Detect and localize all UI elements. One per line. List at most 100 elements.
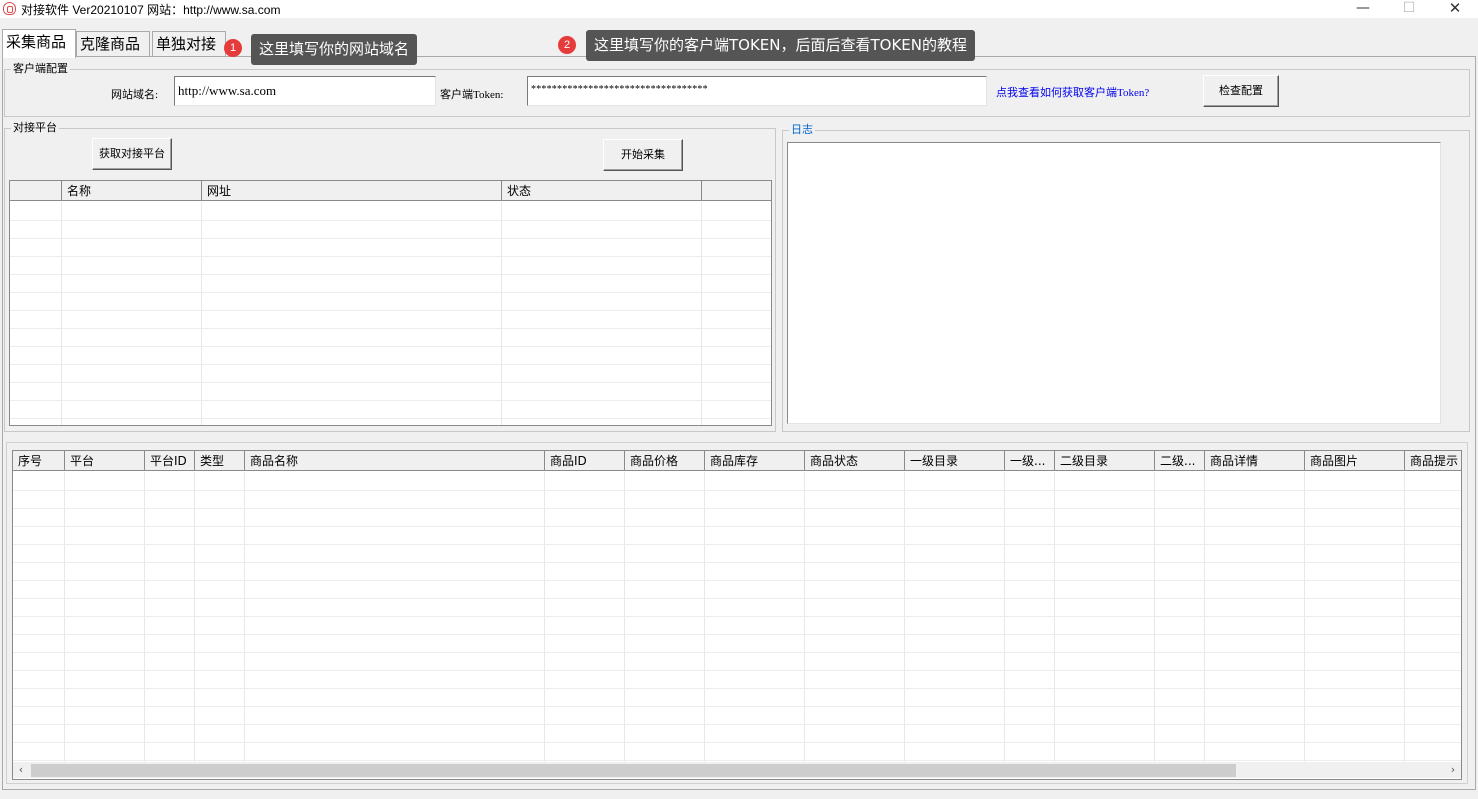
products-col-stock[interactable]: 商品库存 — [705, 451, 805, 471]
platform-col-name[interactable]: 名称 — [62, 181, 202, 201]
grid-row-line — [10, 292, 771, 293]
fetch-platforms-button[interactable]: 获取对接平台 — [92, 138, 172, 170]
products-col-name[interactable]: 商品名称 — [245, 451, 545, 471]
grid-row-line — [13, 580, 1461, 581]
grid-row-line — [13, 544, 1461, 545]
grid-row-line — [10, 274, 771, 275]
products-col-image[interactable]: 商品图片 — [1305, 451, 1405, 471]
platform-col-index[interactable] — [10, 181, 62, 201]
products-col-cat1[interactable]: 一级目录 — [905, 451, 1005, 471]
scroll-right-arrow[interactable]: › — [1445, 762, 1461, 778]
grid-column-line — [244, 472, 245, 763]
products-col-id[interactable]: 商品ID — [545, 451, 625, 471]
app-icon — [3, 2, 16, 15]
domain-input[interactable]: http://www.sa.com — [174, 76, 436, 106]
products-table-header: 序号 平台 平台ID 类型 商品名称 商品ID 商品价格 商品库存 商品状态 一… — [13, 451, 1461, 471]
platform-legend: 对接平台 — [11, 121, 59, 135]
grid-column-line — [201, 202, 202, 425]
grid-column-line — [624, 472, 625, 763]
tip-token: 这里填写你的客户端TOKEN，后面后查看TOKEN的教程 — [586, 30, 976, 61]
tab-clone-products[interactable]: 克隆商品 — [76, 31, 150, 57]
products-col-price[interactable]: 商品价格 — [625, 451, 705, 471]
products-table[interactable]: 序号 平台 平台ID 类型 商品名称 商品ID 商品价格 商品库存 商品状态 一… — [12, 450, 1462, 780]
grid-row-line — [10, 238, 771, 239]
grid-column-line — [1154, 472, 1155, 763]
grid-column-line — [1304, 472, 1305, 763]
grid-column-line — [1204, 472, 1205, 763]
grid-row-line — [13, 688, 1461, 689]
grid-row-line — [13, 616, 1461, 617]
window-title: 对接软件 Ver20210107 网站：http://www.sa.com — [21, 3, 281, 17]
grid-row-line — [13, 508, 1461, 509]
grid-row-line — [10, 328, 771, 329]
grid-column-line — [194, 472, 195, 763]
grid-column-line — [704, 472, 705, 763]
grid-row-line — [10, 346, 771, 347]
products-col-platform-id[interactable]: 平台ID — [145, 451, 195, 471]
grid-column-line — [904, 472, 905, 763]
platform-table-header: 名称 网址 状态 — [10, 181, 771, 201]
start-collect-button[interactable]: 开始采集 — [603, 139, 683, 171]
grid-row-line — [13, 634, 1461, 635]
grid-column-line — [64, 472, 65, 763]
grid-row-line — [10, 400, 771, 401]
grid-column-line — [1004, 472, 1005, 763]
domain-label: 网站域名: — [111, 89, 159, 101]
grid-row-line — [13, 652, 1461, 653]
tip-domain: 这里填写你的网站域名 — [251, 34, 418, 65]
token-help-link[interactable]: 点我查看如何获取客户端Token? — [996, 84, 1149, 100]
products-col-tip[interactable]: 商品提示 — [1405, 451, 1461, 471]
products-col-cat1-id[interactable]: 一级... — [1005, 451, 1055, 471]
grid-row-line — [13, 562, 1461, 563]
grid-row-line — [10, 418, 771, 419]
grid-column-line — [501, 202, 502, 425]
tip-badge-2: 2 — [558, 36, 576, 54]
grid-column-line — [1054, 472, 1055, 763]
grid-column-line — [701, 202, 702, 425]
grid-column-line — [1404, 472, 1405, 763]
title-bar: 对接软件 Ver20210107 网站：http://www.sa.com — … — [0, 0, 1478, 18]
grid-column-line — [144, 472, 145, 763]
log-legend: 日志 — [789, 123, 815, 137]
tip-badge-1: 1 — [224, 39, 242, 57]
scroll-thumb[interactable] — [31, 764, 1236, 777]
close-button[interactable]: ✕ — [1432, 0, 1478, 18]
grid-row-line — [13, 706, 1461, 707]
grid-row-line — [13, 670, 1461, 671]
products-col-type[interactable]: 类型 — [195, 451, 245, 471]
platform-col-url[interactable]: 网址 — [202, 181, 502, 201]
platform-col-extra[interactable] — [702, 181, 771, 201]
log-textarea[interactable] — [787, 142, 1441, 424]
platform-col-status[interactable]: 状态 — [502, 181, 702, 201]
grid-row-line — [10, 220, 771, 221]
tab-collect-products[interactable]: 采集商品 — [2, 29, 76, 58]
grid-row-line — [10, 382, 771, 383]
check-config-button[interactable]: 检查配置 — [1203, 75, 1279, 107]
tab-single-dock[interactable]: 单独对接 — [152, 31, 226, 57]
maximize-button[interactable]: ☐ — [1386, 0, 1432, 18]
scroll-left-arrow[interactable]: ‹ — [13, 762, 29, 778]
products-col-no[interactable]: 序号 — [13, 451, 65, 471]
products-hscrollbar[interactable]: ‹ › — [13, 762, 1461, 778]
grid-row-line — [10, 310, 771, 311]
grid-row-line — [13, 526, 1461, 527]
grid-row-line — [13, 742, 1461, 743]
grid-column-line — [61, 202, 62, 425]
grid-row-line — [13, 490, 1461, 491]
client-config-legend: 客户端配置 — [11, 62, 70, 76]
grid-row-line — [13, 724, 1461, 725]
products-col-detail[interactable]: 商品详情 — [1205, 451, 1305, 471]
products-col-cat2-id[interactable]: 二级... — [1155, 451, 1205, 471]
grid-row-line — [10, 364, 771, 365]
grid-column-line — [544, 472, 545, 763]
token-input[interactable]: ********************************** — [527, 76, 987, 106]
grid-row-line — [13, 598, 1461, 599]
platform-table[interactable]: 名称 网址 状态 — [9, 180, 772, 426]
products-col-status[interactable]: 商品状态 — [805, 451, 905, 471]
minimize-button[interactable]: — — [1340, 0, 1386, 18]
products-col-platform[interactable]: 平台 — [65, 451, 145, 471]
products-col-cat2[interactable]: 二级目录 — [1055, 451, 1155, 471]
token-label: 客户端Token: — [440, 89, 504, 101]
grid-column-line — [804, 472, 805, 763]
grid-row-line — [13, 760, 1461, 761]
